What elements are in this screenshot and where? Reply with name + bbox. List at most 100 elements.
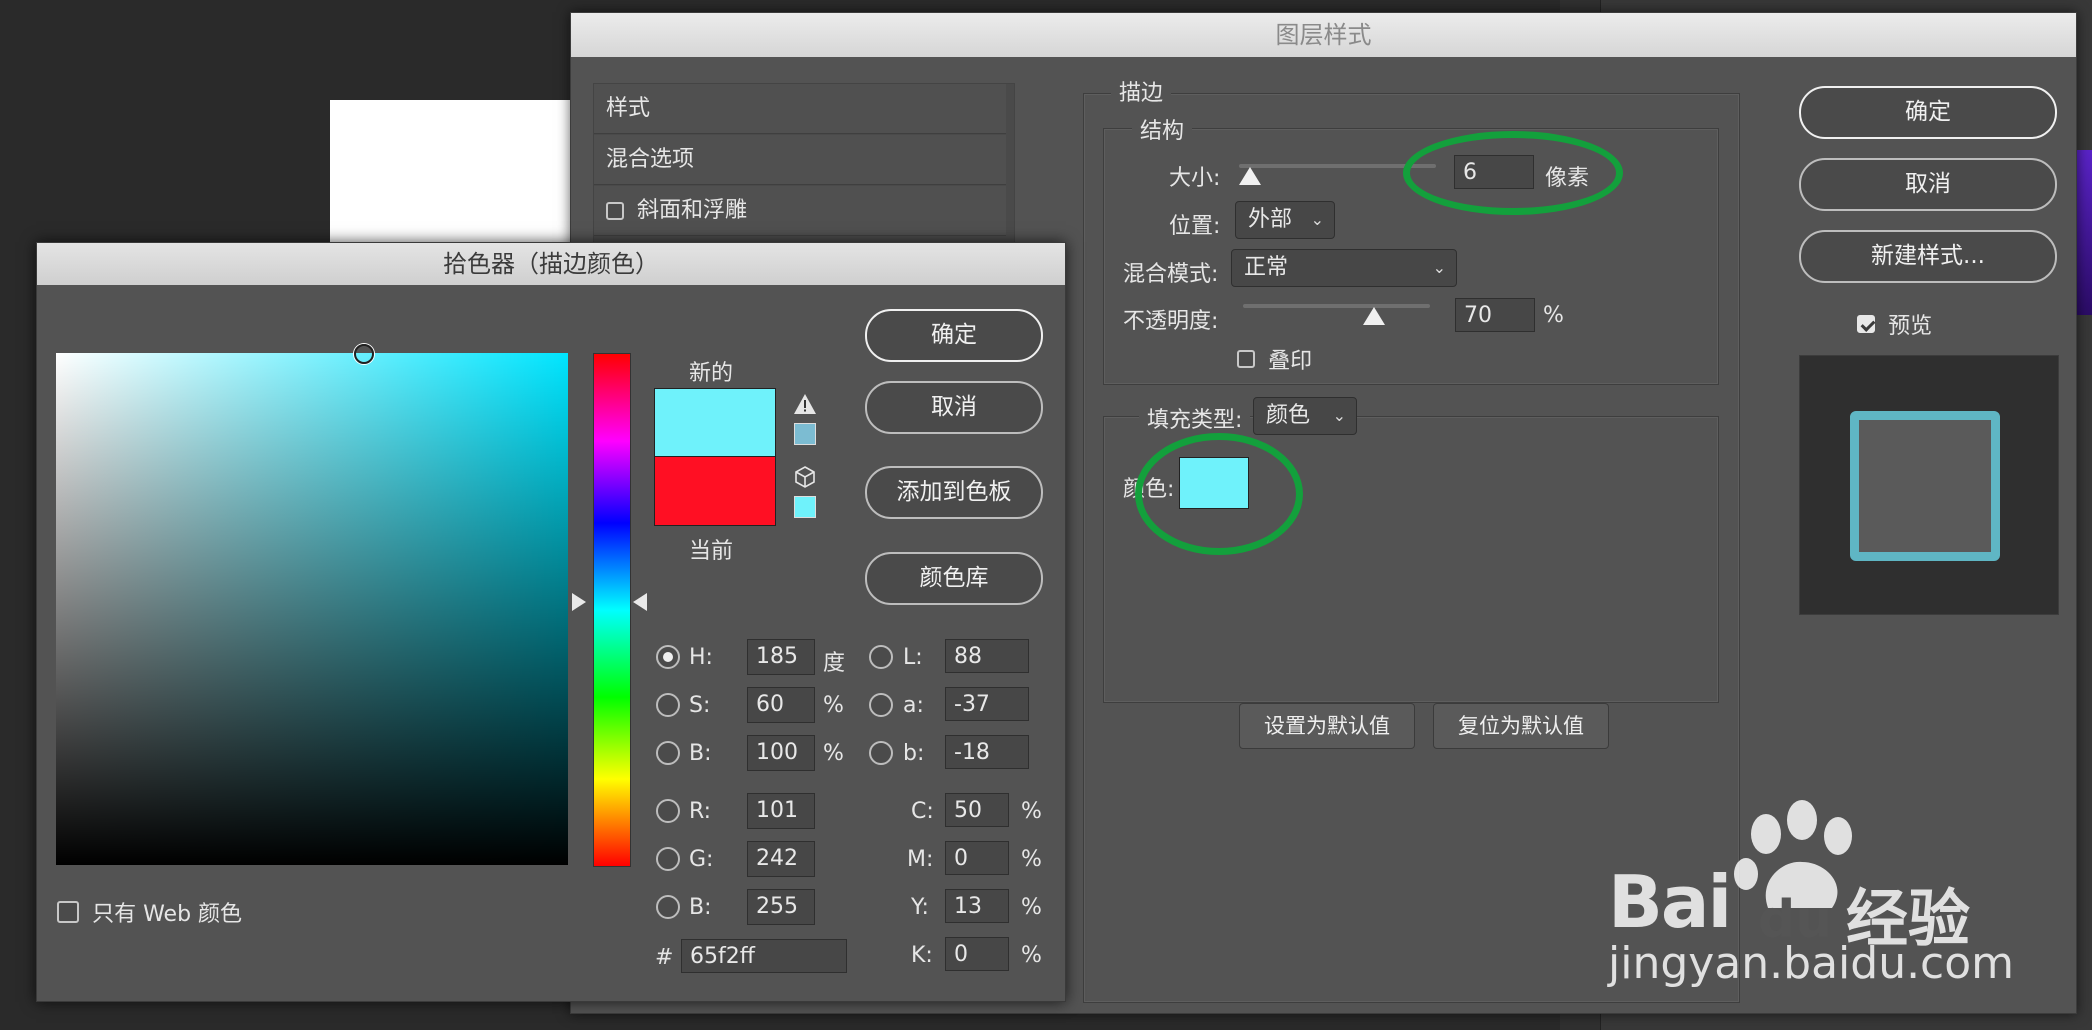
yellow-unit: % [1021, 895, 1042, 920]
saturation-radio[interactable] [656, 693, 680, 717]
style-item-bevel-emboss[interactable]: 斜面和浮雕 [594, 186, 1006, 236]
red-radio[interactable] [656, 799, 680, 823]
lab-b-input[interactable]: -18 [945, 735, 1029, 769]
layer-style-title: 图层样式 [571, 13, 2076, 57]
black-label: K: [911, 943, 933, 968]
chevron-down-icon: ⌄ [1310, 210, 1324, 229]
current-color-label: 当前 [689, 539, 734, 564]
green-label: G: [689, 847, 714, 872]
hue-slider[interactable] [593, 353, 631, 867]
lab-a-radio[interactable] [869, 693, 893, 717]
web-colors-only-label: 只有 Web 颜色 [92, 902, 243, 927]
black-input[interactable]: 0 [945, 937, 1009, 971]
blue-radio[interactable] [656, 895, 680, 919]
hue-unit: 度 [823, 651, 846, 676]
new-color-swatch [654, 388, 776, 458]
opacity-slider-track[interactable] [1243, 304, 1430, 308]
size-slider-thumb[interactable] [1239, 167, 1261, 185]
web-colors-only-checkbox[interactable] [57, 901, 79, 923]
position-select-value: 外部 [1248, 207, 1293, 232]
add-to-swatches-button[interactable]: 添加到色板 [865, 466, 1043, 519]
saturation-input[interactable]: 60 [747, 687, 815, 723]
yellow-input[interactable]: 13 [945, 889, 1009, 923]
gamut-color-swatch[interactable] [794, 423, 816, 445]
fill-type-select-value: 颜色 [1266, 403, 1311, 428]
lab-b-label: b: [903, 741, 925, 766]
overprint-checkbox[interactable] [1237, 350, 1255, 368]
style-preview [1799, 355, 2059, 615]
green-input[interactable]: 242 [747, 841, 815, 877]
opacity-label: 不透明度: [1123, 309, 1219, 334]
lab-a-label: a: [903, 693, 924, 718]
fill-type-select[interactable]: 颜色 ⌄ [1253, 397, 1357, 435]
hue-input[interactable]: 185 [747, 639, 815, 675]
layer-style-cancel-button[interactable]: 取消 [1799, 158, 2057, 211]
overprint-checkbox-row[interactable]: 叠印 [1237, 343, 1312, 375]
magenta-input[interactable]: 0 [945, 841, 1009, 875]
color-picker-title: 拾色器（描边颜色） [37, 243, 1065, 285]
lab-l-input[interactable]: 88 [945, 639, 1029, 673]
chevron-down-icon: ⌄ [1432, 258, 1446, 277]
preview-stroke-sample [1850, 411, 2000, 561]
set-default-button[interactable]: 设置为默认值 [1239, 703, 1415, 749]
hue-slider-right-arrow[interactable] [633, 593, 647, 611]
fill-type-label: 填充类型: [1139, 402, 1251, 434]
hue-slider-left-arrow[interactable] [572, 593, 586, 611]
color-picker-cancel-button[interactable]: 取消 [865, 381, 1043, 434]
baidu-jingyan-watermark: Bai du 经验 jingyan.baidu.com [1608, 800, 2028, 1000]
brightness-unit: % [823, 741, 844, 766]
reset-default-button[interactable]: 复位为默认值 [1433, 703, 1609, 749]
stroke-group-title: 描边 [1111, 75, 1172, 107]
bevel-emboss-checkbox[interactable] [606, 202, 624, 220]
opacity-input[interactable]: 70 [1455, 298, 1535, 332]
color-libraries-button[interactable]: 颜色库 [865, 552, 1043, 605]
opacity-slider-thumb[interactable] [1362, 307, 1385, 325]
chevron-down-icon: ⌄ [1332, 406, 1346, 425]
lab-b-radio[interactable] [869, 741, 893, 765]
cyan-label: C: [911, 799, 934, 824]
new-style-button[interactable]: 新建样式... [1799, 230, 2057, 283]
opacity-unit: % [1543, 303, 1564, 328]
preview-checkbox[interactable] [1857, 315, 1875, 333]
color-picker-ok-button[interactable]: 确定 [865, 309, 1043, 362]
saturation-unit: % [823, 693, 844, 718]
warning-icon[interactable] [793, 393, 817, 415]
red-input[interactable]: 101 [747, 793, 815, 829]
color-picker-dialog: 拾色器（描边颜色） 新的 当前 确定 取消 添加到色板 颜色库 H: 185 度… [36, 242, 1066, 1002]
style-list: 样式 混合选项 斜面和浮雕 [593, 83, 1015, 255]
current-color-swatch[interactable] [654, 456, 776, 526]
brightness-input[interactable]: 100 [747, 735, 815, 771]
position-select[interactable]: 外部 ⌄ [1235, 201, 1335, 239]
lab-l-label: L: [903, 645, 923, 670]
cube-icon[interactable] [793, 465, 817, 489]
hue-radio[interactable] [656, 645, 680, 669]
brightness-radio[interactable] [656, 741, 680, 765]
lab-a-input[interactable]: -37 [945, 687, 1029, 721]
brightness-label: B: [689, 741, 712, 766]
preview-label: 预览 [1888, 314, 1933, 339]
saturation-brightness-field[interactable] [56, 353, 568, 865]
yellow-label: Y: [911, 895, 929, 920]
watermark-url: jingyan.baidu.com [1608, 938, 2015, 989]
highlight-circle-color [1135, 433, 1303, 555]
canvas-document [330, 100, 590, 250]
lab-l-radio[interactable] [869, 645, 893, 669]
style-item-blending-options[interactable]: 混合选项 [594, 135, 1006, 185]
preview-checkbox-row[interactable]: 预览 [1857, 308, 1932, 340]
layer-style-ok-button[interactable]: 确定 [1799, 86, 2057, 139]
hex-input[interactable]: 65f2ff [681, 939, 847, 973]
web-safe-color-swatch[interactable] [794, 496, 816, 518]
structure-group-title: 结构 [1132, 113, 1193, 145]
color-field-marker[interactable] [354, 344, 374, 364]
panel-color-strip [2076, 150, 2092, 315]
web-colors-only-row[interactable]: 只有 Web 颜色 [57, 896, 242, 928]
blend-mode-label: 混合模式: [1123, 262, 1219, 287]
hue-label: H: [689, 645, 713, 670]
green-radio[interactable] [656, 847, 680, 871]
cyan-input[interactable]: 50 [945, 793, 1009, 827]
blue-input[interactable]: 255 [747, 889, 815, 925]
blend-mode-select[interactable]: 正常 ⌄ [1231, 249, 1457, 287]
style-item-styles[interactable]: 样式 [594, 84, 1006, 134]
bevel-emboss-label: 斜面和浮雕 [637, 198, 748, 223]
saturation-label: S: [689, 693, 711, 718]
